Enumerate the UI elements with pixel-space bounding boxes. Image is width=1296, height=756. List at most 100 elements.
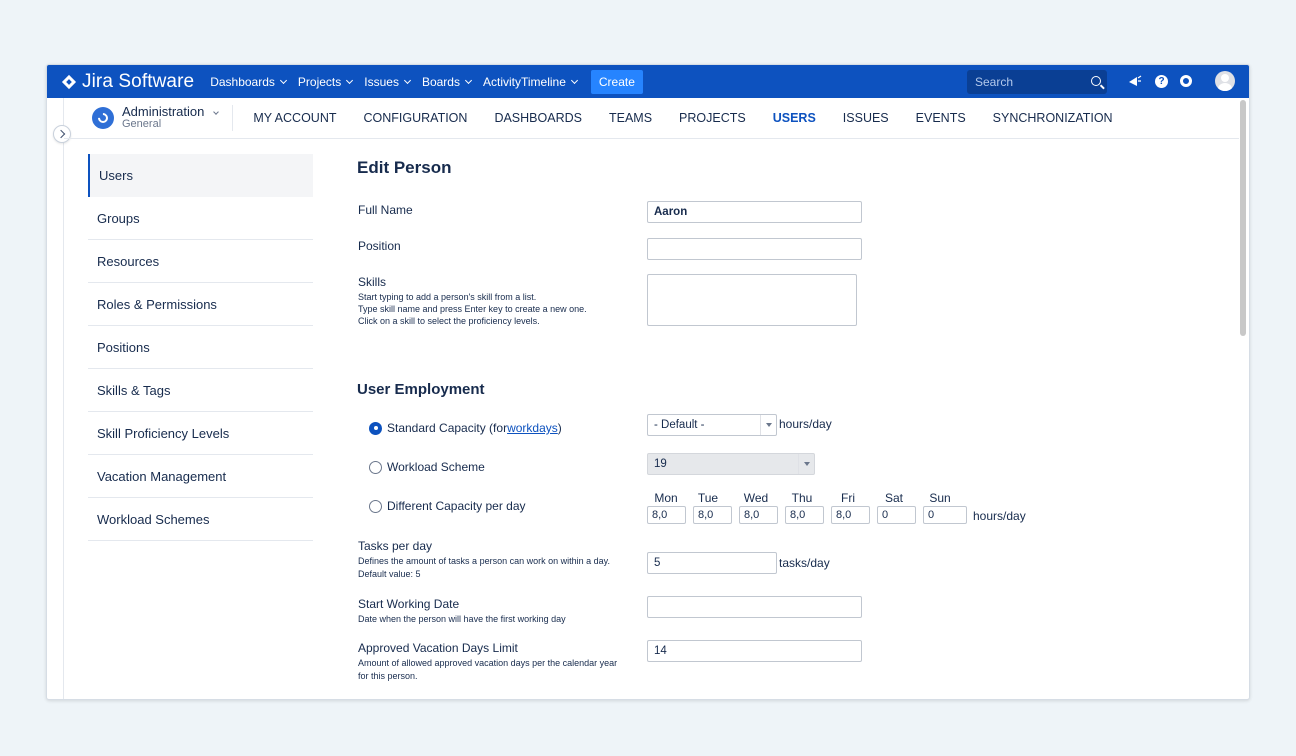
chevron-down-icon bbox=[798, 454, 814, 474]
collapsed-sidebar-edge bbox=[63, 98, 64, 699]
chevron-down-icon bbox=[570, 76, 578, 84]
top-navigation-bar: Jira Software Dashboards Projects Issues… bbox=[47, 65, 1249, 98]
chevron-down-icon bbox=[279, 76, 287, 84]
tab-issues[interactable]: ISSUES bbox=[843, 111, 889, 125]
capacity-input-thu[interactable] bbox=[785, 506, 824, 524]
nav-boards[interactable]: Boards bbox=[422, 75, 473, 89]
sidebar-item-roles-permissions[interactable]: Roles & Permissions bbox=[88, 283, 313, 326]
skills-input[interactable] bbox=[647, 274, 857, 326]
jira-logo-icon bbox=[62, 75, 76, 89]
sidebar-item-vacation-management[interactable]: Vacation Management bbox=[88, 455, 313, 498]
day-label-wed: Wed bbox=[743, 491, 769, 505]
start-working-date-field[interactable] bbox=[647, 596, 862, 618]
workload-scheme-select[interactable]: 19 bbox=[647, 453, 815, 475]
search-placeholder: Search bbox=[975, 75, 1014, 89]
position-label: Position bbox=[358, 239, 401, 253]
gear-icon[interactable] bbox=[1180, 75, 1192, 87]
tab-synchronization[interactable]: SYNCHRONIZATION bbox=[993, 111, 1113, 125]
admin-logo bbox=[92, 107, 114, 129]
standard-capacity-select-value: - Default - bbox=[654, 419, 705, 431]
sidebar-item-groups[interactable]: Groups bbox=[88, 197, 313, 240]
daily-capacity-unit: hours/day bbox=[973, 509, 1026, 523]
nav-dashboards[interactable]: Dashboards bbox=[210, 75, 287, 89]
notifications-icon[interactable] bbox=[1127, 73, 1143, 89]
capacity-input-wed[interactable] bbox=[739, 506, 778, 524]
vacation-days-limit-label: Approved Vacation Days Limit bbox=[358, 641, 518, 655]
chevron-down-icon bbox=[464, 76, 473, 84]
capacity-input-mon[interactable] bbox=[647, 506, 686, 524]
capacity-input-sun[interactable] bbox=[923, 506, 967, 524]
capacity-input-tue[interactable] bbox=[693, 506, 732, 524]
create-button[interactable]: Create bbox=[590, 69, 643, 94]
admin-navigation-bar: Administration General MY ACCOUNT CONFIG… bbox=[64, 98, 1239, 139]
full-name-label: Full Name bbox=[358, 203, 413, 217]
tasks-per-day-hint-2: Default value: 5 bbox=[358, 569, 421, 579]
admin-sidebar: Users Groups Resources Roles & Permissio… bbox=[88, 154, 313, 541]
sidebar-item-skills-tags[interactable]: Skills & Tags bbox=[88, 369, 313, 412]
workload-scheme-select-value: 19 bbox=[654, 458, 667, 470]
standard-capacity-label-suffix: ) bbox=[557, 421, 562, 435]
vacation-days-limit-hint-1: Amount of allowed approved vacation days… bbox=[358, 658, 618, 668]
sidebar-item-skill-proficiency-levels[interactable]: Skill Proficiency Levels bbox=[88, 412, 313, 455]
app-window: Jira Software Dashboards Projects Issues… bbox=[46, 64, 1250, 700]
admin-title: Administration bbox=[122, 104, 205, 120]
nav-issues[interactable]: Issues bbox=[364, 75, 411, 89]
tab-configuration[interactable]: CONFIGURATION bbox=[364, 111, 468, 125]
section-title-user-employment: User Employment bbox=[357, 381, 485, 398]
top-nav: Dashboards Projects Issues Boards Activi… bbox=[210, 69, 643, 94]
help-icon[interactable]: ? bbox=[1155, 75, 1168, 88]
workload-scheme-option[interactable]: Workload Scheme bbox=[369, 460, 485, 474]
different-capacity-label: Different Capacity per day bbox=[387, 499, 526, 513]
admin-switcher[interactable]: Administration General bbox=[122, 104, 220, 130]
start-working-date-hint: Date when the person will have the first… bbox=[358, 614, 566, 624]
skills-hint-2: Type skill name and press Enter key to c… bbox=[358, 304, 587, 314]
capacity-input-fri[interactable] bbox=[831, 506, 870, 524]
tab-events[interactable]: EVENTS bbox=[916, 111, 966, 125]
skills-hint-1: Start typing to add a person's skill fro… bbox=[358, 292, 537, 302]
skills-hint-3: Click on a skill to select the proficien… bbox=[358, 316, 540, 326]
sidebar-item-resources[interactable]: Resources bbox=[88, 240, 313, 283]
workload-scheme-radio[interactable] bbox=[369, 460, 382, 474]
tab-users[interactable]: USERS bbox=[773, 111, 816, 125]
tasks-per-day-field[interactable] bbox=[647, 552, 777, 574]
nav-activitytimeline[interactable]: ActivityTimeline bbox=[483, 75, 578, 89]
chevron-down-icon bbox=[760, 415, 776, 435]
workdays-link[interactable]: workdays bbox=[507, 421, 558, 435]
tab-dashboards[interactable]: DASHBOARDS bbox=[494, 111, 582, 125]
tab-my-account[interactable]: MY ACCOUNT bbox=[253, 111, 336, 125]
standard-capacity-select[interactable]: - Default - bbox=[647, 414, 777, 436]
capacity-input-sat[interactable] bbox=[877, 506, 916, 524]
page-title: Edit Person bbox=[357, 158, 452, 177]
divider bbox=[232, 105, 234, 131]
different-capacity-option[interactable]: Different Capacity per day bbox=[369, 499, 526, 513]
day-label-fri: Fri bbox=[841, 491, 855, 505]
start-working-date-label: Start Working Date bbox=[358, 597, 460, 611]
chevron-down-icon bbox=[403, 76, 411, 84]
jira-logo[interactable]: Jira Software bbox=[62, 71, 194, 93]
nav-projects[interactable]: Projects bbox=[298, 75, 354, 89]
day-label-sun: Sun bbox=[929, 491, 951, 505]
skills-label: Skills bbox=[358, 275, 387, 289]
standard-capacity-label: Standard Capacity (for bbox=[387, 421, 508, 435]
day-label-sat: Sat bbox=[884, 491, 903, 505]
admin-tabs: MY ACCOUNT CONFIGURATION DASHBOARDS TEAM… bbox=[253, 111, 1139, 125]
tab-teams[interactable]: TEAMS bbox=[609, 111, 652, 125]
workload-scheme-label: Workload Scheme bbox=[387, 460, 485, 474]
search-icon bbox=[1091, 76, 1101, 86]
scrollbar[interactable] bbox=[1240, 100, 1246, 336]
sidebar-item-workload-schemes[interactable]: Workload Schemes bbox=[88, 498, 313, 541]
full-name-field[interactable] bbox=[647, 201, 862, 223]
different-capacity-radio[interactable] bbox=[369, 499, 382, 513]
position-field[interactable] bbox=[647, 238, 862, 260]
search-input[interactable]: Search bbox=[967, 70, 1107, 94]
vacation-days-limit-hint-2: for this person. bbox=[358, 671, 418, 681]
sidebar-item-positions[interactable]: Positions bbox=[88, 326, 313, 369]
sidebar-item-users[interactable]: Users bbox=[88, 154, 313, 197]
user-avatar[interactable] bbox=[1215, 71, 1235, 91]
day-label-mon: Mon bbox=[654, 491, 678, 505]
vacation-days-limit-field[interactable] bbox=[647, 640, 862, 662]
standard-capacity-radio[interactable] bbox=[369, 421, 382, 435]
tab-projects[interactable]: PROJECTS bbox=[679, 111, 746, 125]
chevron-down-icon bbox=[213, 109, 220, 116]
standard-capacity-option[interactable]: Standard Capacity (for workdays) bbox=[369, 421, 562, 435]
